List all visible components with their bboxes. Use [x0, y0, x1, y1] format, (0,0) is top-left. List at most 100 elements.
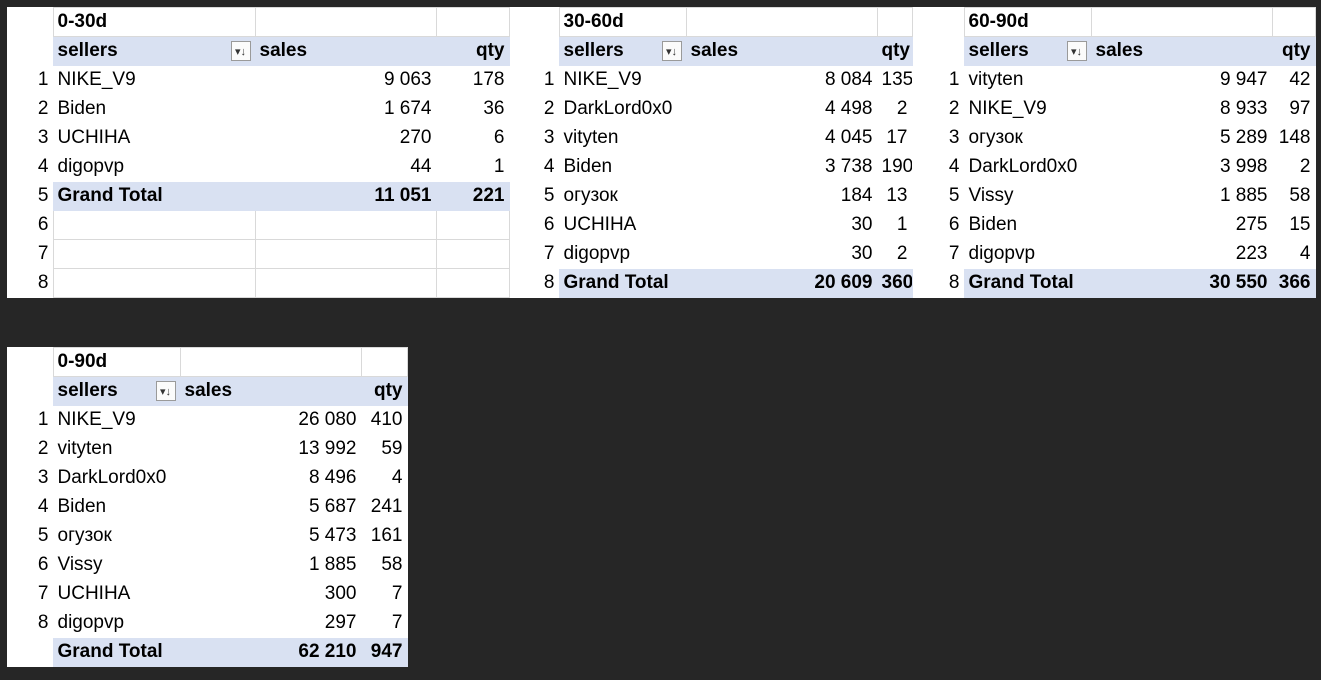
grand-total-sales[interactable]: 30 550: [1090, 268, 1273, 298]
qty-cell[interactable]: 58: [1271, 181, 1316, 211]
qty-header[interactable]: qty: [435, 36, 510, 66]
sales-cell[interactable]: 223: [1090, 239, 1273, 269]
grand-total-label[interactable]: Grand Total: [52, 637, 181, 667]
grand-total-label[interactable]: Grand Total: [52, 181, 256, 211]
sellers-header-cell[interactable]: sellers ▾↓: [52, 376, 181, 406]
qty-cell[interactable]: 17: [876, 123, 913, 153]
sales-cell[interactable]: 8 933: [1090, 94, 1273, 124]
seller-cell[interactable]: DarkLord0x0: [963, 152, 1092, 182]
seller-cell[interactable]: UCHIHA: [52, 579, 181, 609]
seller-cell[interactable]: vityten: [963, 65, 1092, 95]
sales-cell[interactable]: 297: [179, 608, 362, 638]
sales-cell[interactable]: 44: [254, 152, 437, 182]
period-label[interactable]: 0-90d: [52, 347, 181, 377]
sales-cell[interactable]: 4 498: [685, 94, 878, 124]
seller-cell[interactable]: digopvp: [558, 239, 687, 269]
qty-cell[interactable]: 15: [1271, 210, 1316, 240]
seller-cell[interactable]: vityten: [52, 434, 181, 464]
sales-cell[interactable]: 30: [685, 210, 878, 240]
sales-cell[interactable]: 1 885: [179, 550, 362, 580]
qty-cell[interactable]: 241: [360, 492, 408, 522]
sales-cell[interactable]: 9 063: [254, 65, 437, 95]
qty-cell[interactable]: 97: [1271, 94, 1316, 124]
seller-cell[interactable]: огузок: [558, 181, 687, 211]
qty-cell[interactable]: 6: [435, 123, 510, 153]
qty-cell[interactable]: 7: [360, 579, 408, 609]
period-label[interactable]: 30-60d: [558, 7, 687, 37]
period-label[interactable]: 0-30d: [52, 7, 256, 37]
grand-total-qty[interactable]: 366: [1271, 268, 1316, 298]
sales-header[interactable]: sales: [1090, 36, 1273, 66]
seller-cell[interactable]: Biden: [52, 94, 256, 124]
sellers-header-cell[interactable]: sellers ▾↓: [558, 36, 687, 66]
seller-cell[interactable]: NIKE_V9: [558, 65, 687, 95]
sort-filter-icon[interactable]: ▾↓: [661, 41, 682, 61]
qty-cell[interactable]: 4: [360, 463, 408, 493]
seller-cell[interactable]: NIKE_V9: [963, 94, 1092, 124]
grand-total-sales[interactable]: 11 051: [254, 181, 437, 211]
qty-cell[interactable]: 1: [876, 210, 913, 240]
period-label[interactable]: 60-90d: [963, 7, 1092, 37]
sales-cell[interactable]: 5 289: [1090, 123, 1273, 153]
seller-cell[interactable]: UCHIHA: [52, 123, 256, 153]
sales-cell[interactable]: 13 992: [179, 434, 362, 464]
qty-cell[interactable]: 148: [1271, 123, 1316, 153]
sales-header[interactable]: sales: [254, 36, 437, 66]
seller-cell[interactable]: digopvp: [52, 608, 181, 638]
qty-cell[interactable]: 42: [1271, 65, 1316, 95]
seller-cell[interactable]: digopvp: [52, 152, 256, 182]
qty-cell[interactable]: 2: [876, 239, 913, 269]
seller-cell[interactable]: UCHIHA: [558, 210, 687, 240]
seller-cell[interactable]: огузок: [963, 123, 1092, 153]
qty-cell[interactable]: 59: [360, 434, 408, 464]
sellers-header-cell[interactable]: sellers ▾↓: [52, 36, 256, 66]
qty-cell[interactable]: 135: [876, 65, 913, 95]
grand-total-qty[interactable]: 221: [435, 181, 510, 211]
sales-cell[interactable]: 5 687: [179, 492, 362, 522]
qty-header[interactable]: qty: [360, 376, 408, 406]
seller-cell[interactable]: NIKE_V9: [52, 405, 181, 435]
seller-cell[interactable]: Biden: [558, 152, 687, 182]
seller-cell[interactable]: DarkLord0x0: [558, 94, 687, 124]
sales-cell[interactable]: 1 674: [254, 94, 437, 124]
seller-cell[interactable]: Biden: [52, 492, 181, 522]
grand-total-qty[interactable]: 947: [360, 637, 408, 667]
sort-filter-icon[interactable]: ▾↓: [230, 41, 251, 61]
sales-cell[interactable]: 8 084: [685, 65, 878, 95]
sales-cell[interactable]: 270: [254, 123, 437, 153]
seller-cell[interactable]: DarkLord0x0: [52, 463, 181, 493]
grand-total-label[interactable]: Grand Total: [558, 268, 687, 298]
sales-header[interactable]: sales: [179, 376, 362, 406]
qty-header[interactable]: qty: [1271, 36, 1316, 66]
qty-cell[interactable]: 161: [360, 521, 408, 551]
seller-cell[interactable]: Vissy: [52, 550, 181, 580]
sales-cell[interactable]: 3 738: [685, 152, 878, 182]
seller-cell[interactable]: digopvp: [963, 239, 1092, 269]
qty-cell[interactable]: 178: [435, 65, 510, 95]
sales-header[interactable]: sales: [685, 36, 878, 66]
sales-cell[interactable]: 4 045: [685, 123, 878, 153]
sales-cell[interactable]: 30: [685, 239, 878, 269]
sales-cell[interactable]: 3 998: [1090, 152, 1273, 182]
sales-cell[interactable]: 9 947: [1090, 65, 1273, 95]
qty-cell[interactable]: 7: [360, 608, 408, 638]
qty-cell[interactable]: 36: [435, 94, 510, 124]
grand-total-qty[interactable]: 360: [876, 268, 913, 298]
seller-cell[interactable]: Vissy: [963, 181, 1092, 211]
sales-cell[interactable]: 184: [685, 181, 878, 211]
sales-cell[interactable]: 26 080: [179, 405, 362, 435]
sales-cell[interactable]: 275: [1090, 210, 1273, 240]
qty-cell[interactable]: 4: [1271, 239, 1316, 269]
sales-cell[interactable]: 5 473: [179, 521, 362, 551]
sellers-header-cell[interactable]: sellers ▾↓: [963, 36, 1092, 66]
qty-cell[interactable]: 2: [1271, 152, 1316, 182]
qty-cell[interactable]: 58: [360, 550, 408, 580]
seller-cell[interactable]: Biden: [963, 210, 1092, 240]
sales-cell[interactable]: 300: [179, 579, 362, 609]
sales-cell[interactable]: 1 885: [1090, 181, 1273, 211]
sales-cell[interactable]: 8 496: [179, 463, 362, 493]
grand-total-sales[interactable]: 20 609: [685, 268, 878, 298]
seller-cell[interactable]: NIKE_V9: [52, 65, 256, 95]
qty-cell[interactable]: 190: [876, 152, 913, 182]
sort-filter-icon[interactable]: ▾↓: [1066, 41, 1087, 61]
